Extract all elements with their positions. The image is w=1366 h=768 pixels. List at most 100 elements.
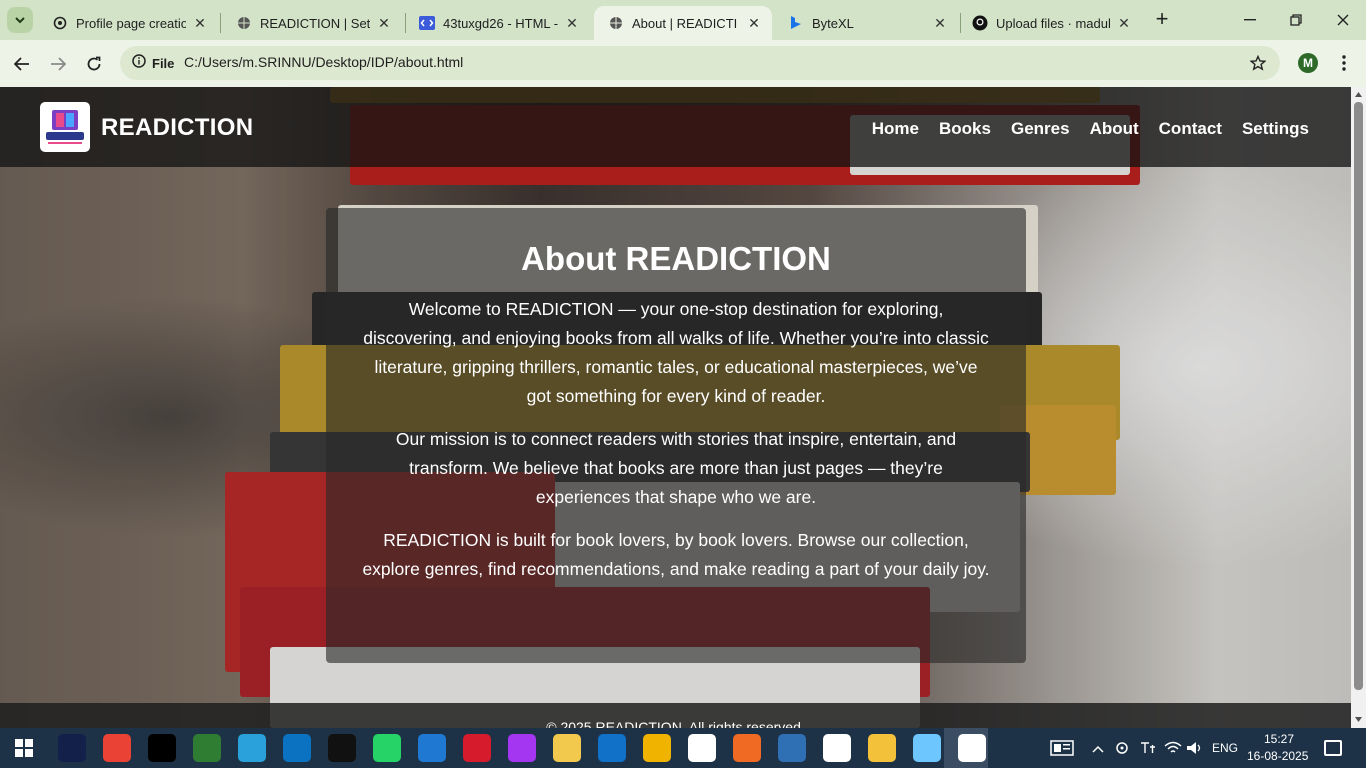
folder-icon[interactable] [868, 734, 896, 762]
input-language[interactable]: ENG [1212, 741, 1238, 755]
code-icon [419, 15, 435, 31]
site-footer: © 2025 READICTION. All rights reserved. [0, 703, 1351, 728]
nav-settings[interactable]: Settings [1242, 119, 1309, 139]
tab-title: Upload files · madubl [996, 15, 1110, 31]
addapp-icon[interactable] [193, 734, 221, 762]
telegram-icon[interactable] [238, 734, 266, 762]
clock-time[interactable]: 15:27 [1264, 732, 1294, 746]
close-icon[interactable]: ✕ [376, 15, 392, 31]
close-icon[interactable]: ✕ [932, 15, 948, 31]
hotstar-icon[interactable] [58, 734, 86, 762]
nav-about[interactable]: About [1090, 119, 1139, 139]
tab-about-readiction[interactable]: About | READICTI ✕ [594, 6, 772, 40]
about-paragraph: Our mission is to connect readers with s… [395, 429, 957, 507]
arrow-right-icon [51, 57, 66, 71]
hackerrank-icon[interactable] [328, 734, 356, 762]
chip-label: File [152, 55, 175, 71]
bytexl-icon [788, 15, 804, 31]
chrome-profile-icon[interactable] [958, 734, 986, 762]
globe-icon [236, 15, 252, 31]
bars-icon[interactable] [643, 734, 671, 762]
tab-profile-page[interactable]: Profile page creation ✕ [38, 6, 218, 40]
wifi-icon[interactable] [1164, 740, 1182, 759]
minimize-button[interactable] [1227, 6, 1273, 34]
site-info-chip[interactable]: File [124, 49, 184, 77]
close-icon[interactable]: ✕ [192, 15, 208, 31]
digital-library-logo-icon [46, 110, 84, 144]
tab-title: ByteXL [812, 15, 854, 31]
tab-title: Profile page creation [76, 15, 186, 31]
chrome-icon[interactable] [823, 734, 851, 762]
windows-start-icon[interactable] [10, 734, 38, 762]
reload-button[interactable] [80, 50, 108, 78]
page-scrollbar[interactable] [1351, 87, 1366, 728]
opera-icon[interactable] [463, 734, 491, 762]
tab-readiction-settings[interactable]: READICTION | Set ✕ [222, 6, 402, 40]
site-logo[interactable] [40, 102, 90, 152]
monitor-icon[interactable] [778, 734, 806, 762]
globe-icon [608, 15, 624, 31]
page-viewport: READICTION Home Books Genres About Conta… [0, 87, 1351, 728]
scrollbar-thumb[interactable] [1354, 102, 1363, 690]
azure-icon[interactable] [598, 734, 626, 762]
vscode-icon[interactable] [418, 734, 446, 762]
info-icon [132, 53, 146, 73]
nav-books[interactable]: Books [939, 119, 991, 139]
forward-button[interactable] [44, 50, 72, 78]
close-icon[interactable]: ✕ [564, 15, 580, 31]
back-button[interactable] [8, 50, 36, 78]
tab-html-editor[interactable]: 43tuxgd26 - HTML - C ✕ [405, 6, 590, 40]
main-nav: Home Books Genres About Contact Settings [872, 119, 1309, 139]
tab-bytexl[interactable]: ByteXL ✕ [774, 6, 958, 40]
volume-icon[interactable] [1186, 740, 1204, 759]
scroll-up-arrow-icon[interactable] [1354, 90, 1363, 99]
tab-github-upload[interactable]: Upload files · madubl ✕ [958, 6, 1142, 40]
tab-separator [220, 13, 221, 33]
github-icon[interactable] [148, 734, 176, 762]
picasa-icon[interactable] [688, 734, 716, 762]
udemy-icon[interactable] [508, 734, 536, 762]
tab-search-button[interactable] [7, 7, 33, 33]
openai-icon [52, 15, 68, 31]
browser-toolbar: File C:/Users/m.SRINNU/Desktop/IDP/about… [0, 40, 1366, 87]
nav-genres[interactable]: Genres [1011, 119, 1070, 139]
github-icon [972, 15, 988, 31]
more-menu-icon[interactable] [1334, 52, 1354, 74]
profile-avatar[interactable]: M [1298, 53, 1318, 73]
location-icon[interactable] [1115, 740, 1129, 759]
ime-icon[interactable] [1139, 740, 1157, 759]
tab-title: READICTION | Set [260, 15, 370, 31]
brand-title[interactable]: READICTION [101, 114, 253, 142]
books-icon[interactable] [913, 734, 941, 762]
tab-title: About | READICTI [632, 15, 738, 31]
nav-contact[interactable]: Contact [1159, 119, 1222, 139]
nav-home[interactable]: Home [872, 119, 919, 139]
bookmark-star-icon[interactable] [1246, 51, 1270, 75]
clock-date[interactable]: 16-08-2025 [1247, 749, 1308, 763]
whatsapp-icon[interactable] [373, 734, 401, 762]
news-widget-icon[interactable] [1050, 740, 1074, 759]
tab-title: 43tuxgd26 - HTML - C [443, 15, 558, 31]
close-window-button[interactable] [1320, 6, 1366, 34]
about-paragraph: Welcome to READICTION — your one-stop de… [363, 299, 989, 406]
aha-icon[interactable] [733, 734, 761, 762]
chevron-up-icon[interactable] [1092, 742, 1104, 756]
browser-tab-strip: Profile page creation ✕ READICTION | Set… [0, 0, 1366, 40]
chevron-down-icon [15, 11, 25, 29]
power-icon[interactable] [553, 734, 581, 762]
url-text[interactable]: C:/Users/m.SRINNU/Desktop/IDP/about.html [184, 54, 463, 70]
infosys-icon[interactable] [283, 734, 311, 762]
arrow-left-icon [14, 57, 29, 71]
notification-center-icon[interactable] [1324, 740, 1342, 756]
windows-taskbar: ENG 15:27 16-08-2025 [0, 728, 1366, 768]
reload-icon [87, 56, 101, 71]
restore-button[interactable] [1273, 6, 1319, 34]
close-icon[interactable]: ✕ [1116, 15, 1132, 31]
gmail-icon[interactable] [103, 734, 131, 762]
new-tab-button[interactable]: + [1150, 8, 1174, 32]
scroll-down-arrow-icon[interactable] [1354, 715, 1363, 724]
address-bar[interactable]: File C:/Users/m.SRINNU/Desktop/IDP/about… [120, 46, 1280, 80]
footer-copyright: © 2025 READICTION. All rights reserved. [546, 719, 805, 728]
about-paragraph: READICTION is built for book lovers, by … [362, 530, 990, 579]
close-icon[interactable]: ✕ [746, 15, 762, 31]
